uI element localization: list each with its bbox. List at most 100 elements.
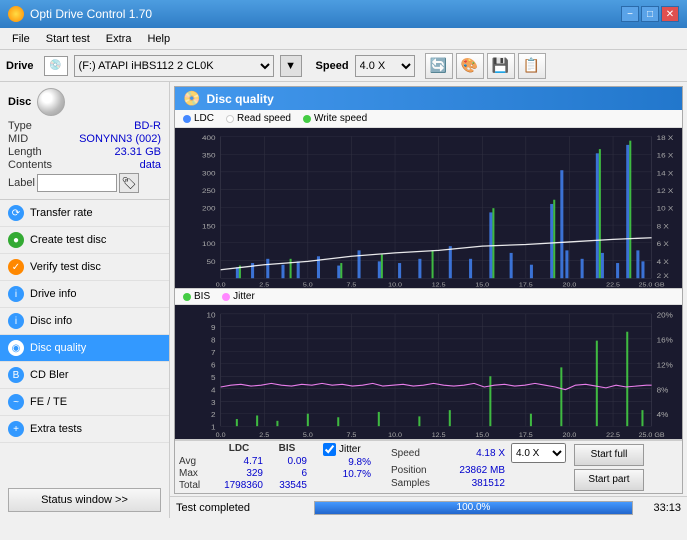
nav-icon-transfer-rate: ⟳ [8, 205, 24, 221]
toolbar-icons: 🔄 🎨 💾 📋 [425, 53, 546, 79]
nav-cd-bler[interactable]: B CD Bler [0, 362, 169, 389]
nav-label-disc-quality: Disc quality [30, 342, 86, 354]
svg-text:12%: 12% [657, 361, 673, 369]
samples-row: Samples 381512 [391, 478, 566, 489]
chart1-legend: LDC Read speed Write speed [175, 110, 682, 128]
disc-label-row: Label 🏷 [8, 173, 161, 193]
drive-select[interactable]: (F:) ATAPI iHBS112 2 CL0K [74, 55, 274, 77]
chart1-container: 400 350 300 250 200 150 100 50 18 X 16 X… [175, 128, 682, 289]
disc-type-label: Type [8, 120, 32, 132]
status-text: Test completed [176, 502, 306, 514]
nav-disc-quality[interactable]: ◉ Disc quality [0, 335, 169, 362]
max-bis: 6 [267, 468, 307, 479]
start-full-button[interactable]: Start full [574, 444, 644, 466]
main-content: Disc Type BD-R MID SONYNN3 (002) Length … [0, 82, 687, 518]
nav-transfer-rate[interactable]: ⟳ Transfer rate [0, 200, 169, 227]
disc-type-row: Type BD-R [8, 120, 161, 132]
drive-bar: Drive 💿 (F:) ATAPI iHBS112 2 CL0K ▼ Spee… [0, 50, 687, 82]
legend-write-speed-dot [303, 115, 311, 123]
svg-text:25.0 GB: 25.0 GB [639, 433, 666, 439]
legend-read-speed-dot [226, 115, 234, 123]
svg-text:8%: 8% [657, 386, 669, 394]
jitter-checkbox[interactable] [323, 443, 336, 456]
nav-disc-info[interactable]: i Disc info [0, 308, 169, 335]
legend-jitter: Jitter [222, 291, 255, 302]
menu-help[interactable]: Help [139, 31, 178, 47]
drive-arrow-button[interactable]: ▼ [280, 55, 302, 77]
speed-select-stats[interactable]: 4.0 X 1.0 X 2.0 X 8.0 X [511, 443, 566, 463]
maximize-button[interactable]: □ [641, 6, 659, 22]
nav-extra-tests[interactable]: + Extra tests [0, 416, 169, 443]
svg-text:4 X: 4 X [657, 258, 669, 266]
toolbar-icon-3[interactable]: 💾 [487, 53, 515, 79]
avg-bis: 0.09 [267, 456, 307, 467]
avg-row: Avg 4.71 0.09 [179, 456, 307, 467]
status-window-button[interactable]: Status window >> [8, 488, 161, 512]
toolbar-icon-4[interactable]: 📋 [518, 53, 546, 79]
svg-text:16 X: 16 X [657, 151, 674, 159]
nav-verify-test-disc[interactable]: ✓ Verify test disc [0, 254, 169, 281]
disc-mid-value: SONYNN3 (002) [79, 133, 161, 145]
disc-label-icon-btn[interactable]: 🏷 [119, 173, 139, 193]
svg-text:150: 150 [202, 222, 216, 230]
right-panel: 📀 Disc quality LDC Read speed Write spee… [170, 82, 687, 518]
svg-text:15.0: 15.0 [475, 282, 489, 288]
toolbar-icon-1[interactable]: 🔄 [425, 53, 453, 79]
menu-start-test[interactable]: Start test [38, 31, 98, 47]
svg-text:0.0: 0.0 [216, 433, 226, 439]
disc-contents-label: Contents [8, 159, 52, 171]
nav-icon-disc-quality: ◉ [8, 340, 24, 356]
nav-label-create-test-disc: Create test disc [30, 234, 106, 246]
svg-text:6: 6 [211, 361, 216, 369]
toolbar-icon-2[interactable]: 🎨 [456, 53, 484, 79]
stats-row: LDC BIS Avg 4.71 0.09 Max 329 6 Total [175, 440, 682, 493]
legend-write-speed-label: Write speed [314, 113, 367, 124]
nav-items: ⟳ Transfer rate ● Create test disc ✓ Ver… [0, 200, 169, 482]
menu-extra[interactable]: Extra [98, 31, 140, 47]
svg-text:18 X: 18 X [657, 133, 674, 141]
avg-label: Avg [179, 456, 211, 467]
nav-create-test-disc[interactable]: ● Create test disc [0, 227, 169, 254]
speed-row: Speed 4.18 X 4.0 X 1.0 X 2.0 X 8.0 X [391, 443, 566, 463]
speed-select-top[interactable]: 4.0 X 1.0 X 2.0 X 8.0 X Max [355, 55, 415, 77]
nav-icon-cd-bler: B [8, 367, 24, 383]
disc-length-label: Length [8, 146, 42, 158]
nav-fe-te[interactable]: ~ FE / TE [0, 389, 169, 416]
disc-quality-header: 📀 Disc quality [175, 87, 682, 110]
disc-section-label: Disc [8, 96, 31, 108]
disc-quality-icon: 📀 [183, 90, 200, 107]
nav-drive-info[interactable]: i Drive info [0, 281, 169, 308]
nav-label-disc-info: Disc info [30, 315, 72, 327]
svg-text:12.5: 12.5 [432, 433, 446, 439]
svg-text:22.5: 22.5 [606, 433, 620, 439]
svg-text:200: 200 [202, 204, 216, 212]
legend-jitter-dot [222, 293, 230, 301]
disc-label-input[interactable] [37, 174, 117, 192]
window-title: Opti Drive Control 1.70 [30, 7, 152, 21]
progress-area: Test completed 100.0% 33:13 [170, 496, 687, 518]
position-row: Position 23862 MB [391, 465, 566, 476]
legend-jitter-label: Jitter [233, 291, 255, 302]
max-ldc: 329 [215, 468, 263, 479]
chart2-svg: 10 9 8 7 6 5 4 3 2 1 20% 16% 12% [175, 305, 682, 439]
disc-graphic [37, 88, 65, 116]
start-part-button[interactable]: Start part [574, 469, 644, 491]
disc-length-row: Length 23.31 GB [8, 146, 161, 158]
avg-jitter-row: 9.8% [323, 457, 371, 468]
stats-jitter: Jitter 9.8% 10.7% [323, 443, 371, 491]
nav-icon-fe-te: ~ [8, 394, 24, 410]
close-button[interactable]: ✕ [661, 6, 679, 22]
nav-label-transfer-rate: Transfer rate [30, 207, 93, 219]
samples-value: 381512 [445, 478, 505, 489]
disc-mid-label: MID [8, 133, 28, 145]
svg-text:0.0: 0.0 [216, 282, 226, 288]
minimize-button[interactable]: − [621, 6, 639, 22]
svg-text:8 X: 8 X [657, 222, 669, 230]
charts-area: 400 350 300 250 200 150 100 50 18 X 16 X… [175, 128, 682, 440]
svg-text:100: 100 [202, 240, 216, 248]
svg-text:20%: 20% [657, 311, 673, 319]
svg-text:50: 50 [207, 258, 216, 266]
svg-text:25.0 GB: 25.0 GB [639, 282, 665, 288]
menu-file[interactable]: File [4, 31, 38, 47]
max-row: Max 329 6 [179, 468, 307, 479]
